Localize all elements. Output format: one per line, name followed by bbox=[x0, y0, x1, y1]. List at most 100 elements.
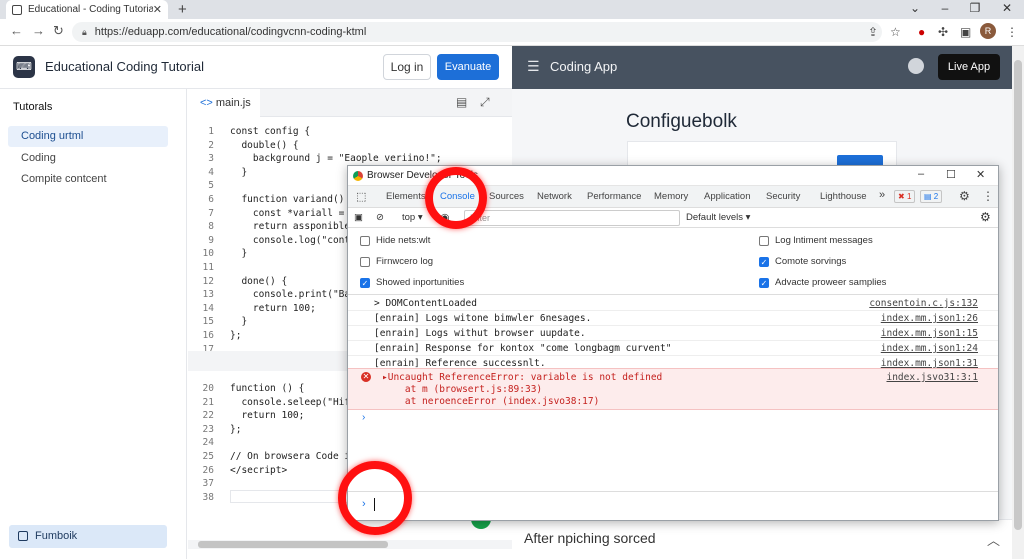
page-scrollbar-thumb[interactable] bbox=[1014, 60, 1022, 530]
hamburger-icon[interactable]: ☰ bbox=[527, 58, 540, 75]
minimize-button[interactable]: – bbox=[930, 0, 960, 19]
scrollbar-thumb[interactable] bbox=[198, 541, 388, 548]
console-setting-checkbox[interactable]: ✓ Advacte proweer samplies bbox=[759, 277, 886, 288]
extension-badge-icon[interactable]: ● bbox=[918, 25, 925, 39]
share-icon[interactable]: ⇪ bbox=[868, 25, 878, 39]
checkbox-icon[interactable] bbox=[759, 235, 769, 246]
context-select[interactable]: top ▾ bbox=[402, 212, 423, 223]
checkbox-icon[interactable] bbox=[360, 256, 370, 267]
console-log-entry[interactable]: [enrain] Logs witone bimwler 6nesages. in… bbox=[348, 311, 998, 326]
code-line[interactable]: console.log("conte bbox=[230, 235, 356, 246]
tab-sources[interactable]: Sources bbox=[489, 191, 524, 202]
chevron-up-icon[interactable]: ︿ bbox=[987, 530, 1000, 549]
error-source-link[interactable]: index.jsvo31:3:1 bbox=[886, 372, 978, 383]
sidebar-toggle-icon[interactable]: ▣ bbox=[354, 212, 363, 223]
error-count-badge[interactable]: ✖ 1 bbox=[894, 190, 916, 203]
code-line[interactable]: }; bbox=[230, 424, 241, 435]
code-line[interactable]: function variand() { bbox=[230, 194, 355, 205]
tab-performance[interactable]: Performance bbox=[587, 191, 641, 202]
sidepanel-icon[interactable]: ▣ bbox=[960, 25, 971, 39]
code-line[interactable]: const config { bbox=[230, 126, 310, 137]
tab-lighthouse[interactable]: Lighthouse bbox=[820, 191, 866, 202]
evaluate-button[interactable]: Evanuate bbox=[437, 54, 499, 80]
code-line[interactable]: done() { bbox=[230, 276, 287, 287]
clear-console-icon[interactable]: ⊘ bbox=[376, 212, 384, 223]
error-stack-line-2[interactable]: at neroenceError (index.jsvo38:17) bbox=[382, 396, 599, 407]
checkbox-icon[interactable] bbox=[360, 235, 370, 246]
menu-dots-icon[interactable]: ⋮ bbox=[1006, 25, 1018, 39]
login-button[interactable]: Log in bbox=[383, 54, 431, 80]
tab-security[interactable]: Security bbox=[766, 191, 800, 202]
forward-icon[interactable]: → bbox=[32, 23, 45, 38]
reload-icon[interactable]: ↻ bbox=[53, 23, 64, 39]
more-tabs-icon[interactable]: » bbox=[879, 189, 885, 201]
console-setting-checkbox[interactable]: ✓ Showed inportunities bbox=[360, 277, 464, 288]
code-line[interactable]: return assponible. bbox=[230, 221, 356, 232]
new-tab-button[interactable]: + bbox=[178, 0, 187, 19]
code-line[interactable]: } bbox=[230, 316, 247, 327]
console-input[interactable]: › bbox=[348, 491, 998, 520]
log-source-link[interactable]: index.mm.json1:15 bbox=[881, 328, 978, 339]
code-line[interactable]: // On browsera Code in bbox=[230, 451, 356, 462]
code-line[interactable]: } bbox=[230, 248, 247, 259]
tab-network[interactable]: Network bbox=[537, 191, 572, 202]
url-input[interactable]: 🔒︎ https://eduapp.com/educational/coding… bbox=[72, 22, 882, 42]
code-line[interactable]: </secript> bbox=[230, 465, 287, 476]
tab-application[interactable]: Application bbox=[704, 191, 750, 202]
log-levels-dropdown[interactable]: Default levels ▾ bbox=[686, 212, 750, 223]
browser-tab[interactable]: Educational - Coding Tutorial | … ✕ bbox=[6, 0, 168, 19]
github-icon[interactable] bbox=[908, 58, 924, 74]
console-setting-checkbox[interactable]: Hide nets:wlt bbox=[360, 235, 430, 246]
error-stack-line-1[interactable]: at m (browsert.js:89:33) bbox=[382, 384, 542, 395]
checkbox-checked-icon[interactable]: ✓ bbox=[759, 256, 769, 267]
console-settings-icon[interactable]: ⚙ bbox=[980, 210, 991, 224]
checkbox-checked-icon[interactable]: ✓ bbox=[759, 277, 769, 288]
live-app-button[interactable]: Live App bbox=[938, 54, 1000, 80]
devtools-close-button[interactable]: ✕ bbox=[976, 168, 985, 181]
close-window-button[interactable]: ✕ bbox=[992, 0, 1022, 19]
console-setting-checkbox[interactable]: ✓ Comote sorvings bbox=[759, 256, 846, 267]
puzzle-icon[interactable]: ✣ bbox=[938, 25, 948, 39]
inspect-icon[interactable]: ⬚ bbox=[356, 190, 366, 203]
console-log-entry[interactable]: [enrain] Logs withut browser uupdate. ind… bbox=[348, 326, 998, 341]
devtools-maximize-button[interactable]: ☐ bbox=[946, 168, 956, 181]
code-line[interactable]: double() { bbox=[230, 140, 298, 151]
log-source-link[interactable]: consentoin.c.js:132 bbox=[869, 298, 978, 309]
code-line[interactable]: const *variall = 1 bbox=[230, 208, 356, 219]
code-line[interactable]: function () { bbox=[230, 383, 304, 394]
sidebar-item-compite[interactable]: Compite contcent bbox=[8, 169, 168, 190]
tab-memory[interactable]: Memory bbox=[654, 191, 688, 202]
code-line[interactable]: background j = "Eaople veriino!"; bbox=[230, 153, 442, 164]
expand-icon[interactable]: ⤢ bbox=[480, 95, 490, 110]
devtools-settings-icon[interactable]: ⚙ bbox=[959, 189, 970, 203]
console-setting-checkbox[interactable]: Log lntiment messages bbox=[759, 235, 873, 246]
active-code-line[interactable] bbox=[230, 490, 350, 503]
save-icon[interactable]: ▤ bbox=[456, 95, 467, 109]
code-line[interactable]: console.print("Bar bbox=[230, 289, 356, 300]
back-icon[interactable]: ← bbox=[10, 23, 23, 38]
code-line[interactable]: console.seleep("Hifs bbox=[230, 397, 355, 408]
sidebar-item-coding[interactable]: Coding bbox=[8, 148, 168, 169]
console-log-entry[interactable]: [enrain] Response for kontox "come longb… bbox=[348, 341, 998, 356]
log-source-link[interactable]: index.mm.json1:26 bbox=[881, 313, 978, 324]
chevron-down-icon[interactable]: ⌄ bbox=[900, 0, 930, 19]
checkbox-checked-icon[interactable]: ✓ bbox=[360, 277, 370, 288]
console-filter-input[interactable]: Filter bbox=[464, 210, 680, 226]
code-line[interactable]: } bbox=[230, 167, 247, 178]
tab-elements[interactable]: Elements bbox=[386, 191, 426, 202]
code-line[interactable]: return 100; bbox=[230, 410, 304, 421]
console-log-entry[interactable]: > DOMContentLoaded consentoin.c.js:132 bbox=[348, 296, 998, 311]
log-source-link[interactable]: index.mm.json1:24 bbox=[881, 343, 978, 354]
console-setting-checkbox[interactable]: Firnwcero log bbox=[360, 256, 433, 267]
message-count-badge[interactable]: ▤ 2 bbox=[920, 190, 943, 203]
devtools-menu-icon[interactable]: ⋮ bbox=[982, 189, 994, 203]
restore-button[interactable]: ❐ bbox=[960, 0, 990, 19]
code-line[interactable]: return 100; bbox=[230, 303, 316, 314]
sidebar-footer-button[interactable]: Fumboik bbox=[9, 525, 167, 548]
sidebar-item-coding-urtml[interactable]: Coding urtml bbox=[8, 126, 168, 147]
devtools-minimize-button[interactable]: – bbox=[918, 168, 924, 180]
code-line[interactable]: }; bbox=[230, 330, 241, 341]
console-error-entry[interactable]: ✕ ▸Uncaught ReferenceError: variable is … bbox=[348, 368, 998, 410]
file-tab-main-js[interactable]: <> main.js bbox=[188, 89, 260, 117]
avatar[interactable]: R bbox=[980, 23, 996, 39]
